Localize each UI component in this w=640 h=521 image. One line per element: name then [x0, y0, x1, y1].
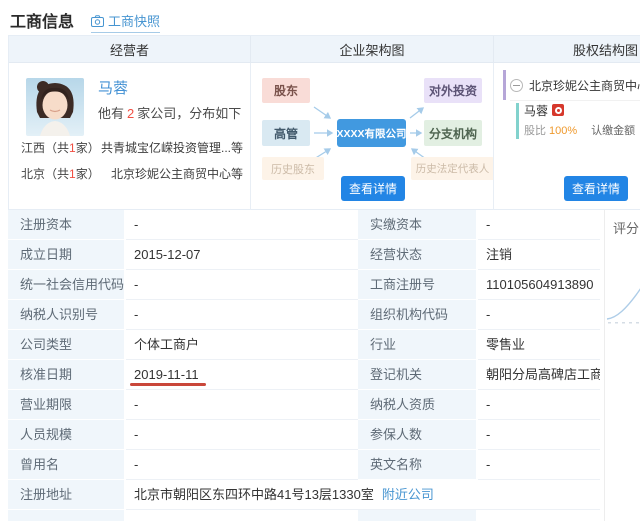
field-label: 工商注册号 [358, 270, 478, 300]
amount-label: 认缴金额 [591, 125, 635, 137]
ratio-value: 100% [549, 125, 577, 137]
field-value: - [478, 420, 600, 450]
summary-suffix: 家公司，分布如下 [137, 106, 241, 121]
field-value-approval-date: 2019-11-11 [126, 360, 358, 390]
equity-child-node: 马蓉 股比100% 认缴金额 [524, 102, 635, 138]
summary-prefix: 他有 [98, 106, 124, 121]
node-history-shareholders: 历史股东 [262, 157, 324, 180]
field-value: - [126, 390, 358, 420]
field-label: 登记机关 [358, 360, 478, 390]
nearby-companies-link[interactable]: 附近公司 [382, 487, 434, 502]
field-value: 注销 [478, 240, 600, 270]
equity-holder-detail: 股比100% 认缴金额 [524, 122, 635, 138]
field-value: - [478, 450, 600, 480]
node-shareholders: 股东 [262, 78, 310, 103]
equity-detail-button[interactable]: 查看详情 [564, 176, 628, 201]
field-label: 人员规模 [8, 420, 126, 450]
avatar[interactable] [26, 78, 84, 136]
field-label-clipped [358, 510, 478, 521]
tree-child-bar [516, 103, 519, 139]
field-label: 核准日期 [8, 360, 126, 390]
field-label: 组织机构代码 [358, 300, 478, 330]
node-company: XXXX有限公司 [337, 119, 406, 147]
field-value: - [126, 210, 358, 240]
region-name: 江西（共1家） [21, 139, 100, 156]
operator-photo [26, 78, 84, 136]
field-value: 110105604913890 [478, 270, 600, 300]
field-value: 个体工商户 [126, 330, 358, 360]
node-history-legal-rep: 历史法定代表人 [411, 157, 494, 180]
company-count: 2 [127, 106, 134, 121]
field-label: 参保人数 [358, 420, 478, 450]
field-label: 成立日期 [8, 240, 126, 270]
field-value: - [126, 300, 358, 330]
red-underline-annotation [130, 383, 206, 386]
field-label: 注册地址 [8, 480, 126, 510]
operator-panel-title: 经营者 [9, 36, 251, 62]
field-value-address: 北京市朝阳区东四环中路41号13层1330室附近公司 [126, 480, 600, 510]
field-value-clipped [478, 510, 600, 521]
score-line-chart [606, 262, 640, 326]
overview-panels: 经营者 企业架构图 股权结构图 [8, 35, 640, 210]
equity-panel: 北京珍妮公主商贸中心 马蓉 股比100% 认缴金额 查看详情 [494, 63, 640, 210]
holder-logo-badge [552, 104, 564, 116]
business-info-page: 工商信息 工商快照 经营者 企业架构图 股权结构图 [0, 0, 640, 521]
field-value: - [126, 270, 358, 300]
field-label-clipped [8, 510, 126, 521]
snapshot-link[interactable]: 工商快照 [91, 11, 160, 33]
region-companies: 北京珍妮公主商贸中心等 [111, 165, 243, 182]
field-label: 实缴资本 [358, 210, 478, 240]
field-value: - [478, 300, 600, 330]
field-label: 英文名称 [358, 450, 478, 480]
field-label: 经营状态 [358, 240, 478, 270]
node-branches: 分支机构 [424, 120, 482, 146]
field-value: 朝阳分局高碑店工商所 [478, 360, 600, 390]
field-label: 纳税人识别号 [8, 300, 126, 330]
field-value: - [126, 450, 358, 480]
equity-root-company[interactable]: 北京珍妮公主商贸中心 [529, 77, 640, 94]
field-value: - [478, 210, 600, 240]
score-label: 评分 [613, 218, 639, 237]
node-executives: 高管 [262, 120, 310, 146]
collapse-icon[interactable] [510, 79, 523, 92]
field-label: 纳税人资质 [358, 390, 478, 420]
operator-name-link[interactable]: 马蓉 [98, 77, 128, 98]
org-chart-detail-button[interactable]: 查看详情 [341, 176, 405, 201]
node-outbound-investments: 对外投资 [424, 78, 482, 103]
snapshot-link-label: 工商快照 [108, 11, 160, 30]
field-value: - [478, 390, 600, 420]
region-row-beijing: 北京（共1家） 北京珍妮公主商贸中心等 [21, 165, 243, 182]
registration-info-table: 注册资本 - 实缴资本 - 成立日期 2015-12-07 经营状态 注销 统一… [8, 210, 600, 521]
field-value: 零售业 [478, 330, 600, 360]
field-label: 营业期限 [8, 390, 126, 420]
equity-holder[interactable]: 马蓉 [524, 102, 635, 118]
field-label: 行业 [358, 330, 478, 360]
field-label: 曾用名 [8, 450, 126, 480]
equity-root-node[interactable]: 北京珍妮公主商贸中心 [510, 70, 640, 101]
panel-headers: 经营者 企业架构图 股权结构图 [9, 36, 640, 63]
tree-root-bar [503, 70, 506, 100]
field-label: 注册资本 [8, 210, 126, 240]
field-value-clipped [126, 510, 358, 521]
region-row-jiangxi: 江西（共1家） 共青城宝亿嵘投资管理...等 [21, 139, 243, 156]
page-title: 工商信息 [10, 8, 74, 32]
field-label: 统一社会信用代码 [8, 270, 126, 300]
operator-panel: 马蓉 他有2家公司，分布如下 江西（共1家） 共青城宝亿嵘投资管理...等 北京… [9, 63, 251, 210]
field-value: 2015-12-07 [126, 240, 358, 270]
score-side-panel: 评分 [604, 210, 640, 521]
camera-icon [91, 15, 104, 27]
field-label: 公司类型 [8, 330, 126, 360]
region-name: 北京（共1家） [21, 165, 100, 182]
org-chart-panel-title: 企业架构图 [251, 36, 494, 62]
equity-panel-title: 股权结构图 [494, 36, 640, 62]
field-value: - [126, 420, 358, 450]
org-chart-panel: 股东 高管 历史股东 XXXX有限公司 对外投资 分支机构 历史法定代表人 查看… [251, 63, 494, 210]
holder-name[interactable]: 马蓉 [524, 102, 548, 119]
ratio-label: 股比 [524, 125, 546, 137]
operator-summary: 他有2家公司，分布如下 [98, 103, 241, 122]
region-companies: 共青城宝亿嵘投资管理...等 [101, 139, 243, 156]
